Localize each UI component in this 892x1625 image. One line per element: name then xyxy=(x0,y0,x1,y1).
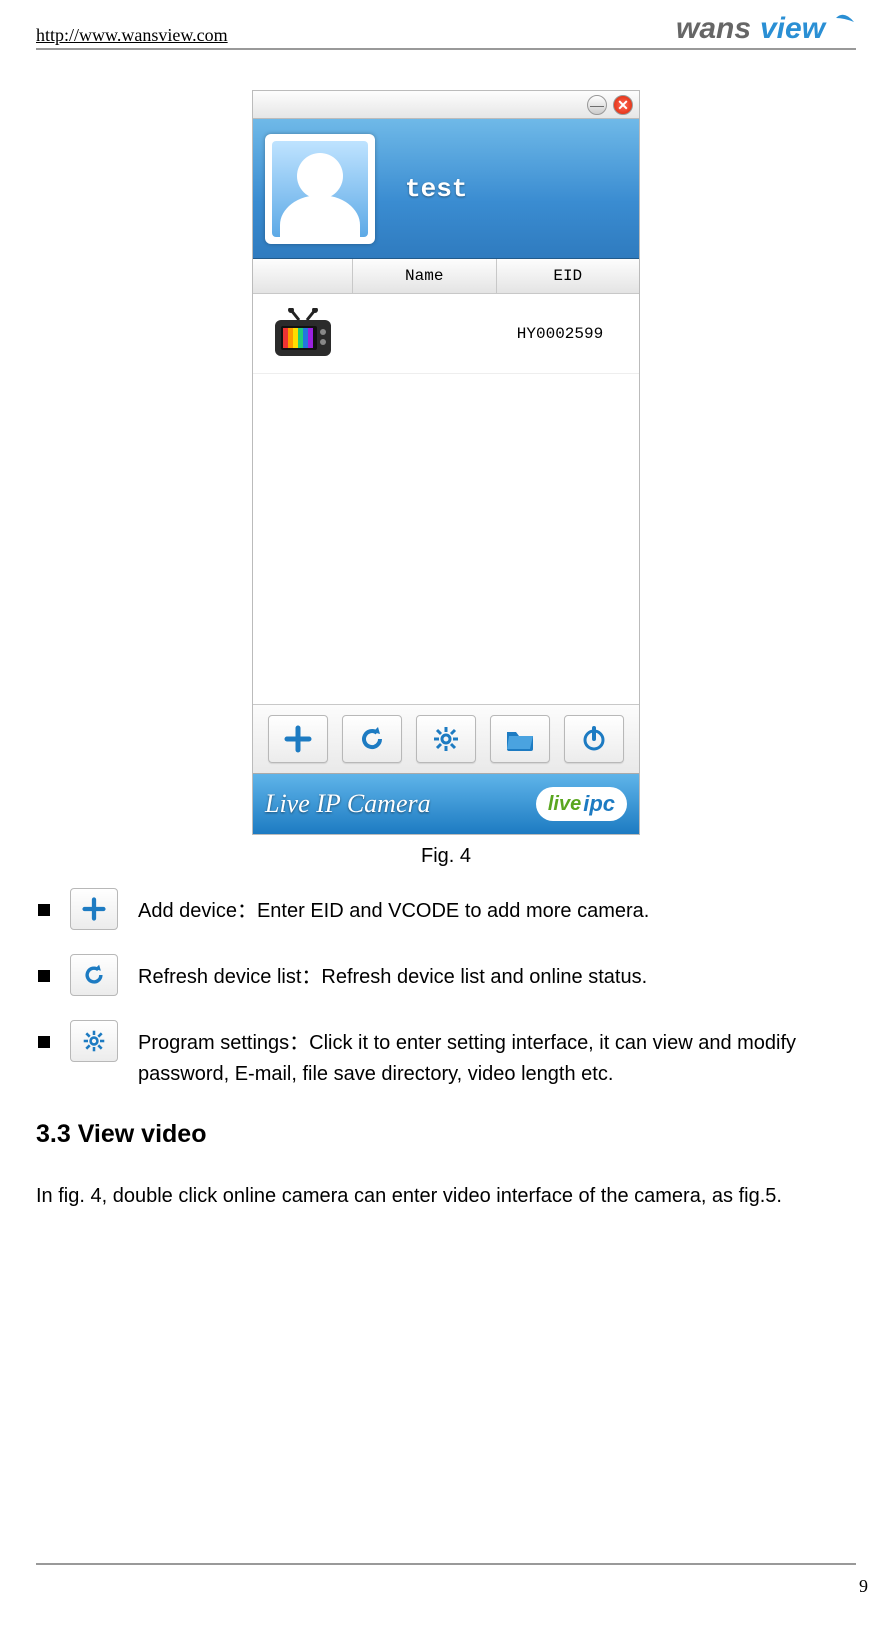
username-label: test xyxy=(405,174,467,204)
header-url-link[interactable]: http://www.wansview.com xyxy=(36,25,228,46)
plus-icon xyxy=(82,897,106,921)
brand-logo: wans view xyxy=(676,12,856,46)
svg-text:wans: wans xyxy=(676,12,751,45)
refresh-icon-button xyxy=(70,954,118,996)
power-button[interactable] xyxy=(564,715,624,763)
device-eid: HY0002599 xyxy=(491,325,639,343)
badge-live: live xyxy=(548,793,581,816)
settings-button[interactable] xyxy=(416,715,476,763)
open-folder-button[interactable] xyxy=(490,715,550,763)
badge-ipc: ipc xyxy=(583,791,615,817)
figure-caption: Fig. 4 xyxy=(36,845,856,868)
device-list-empty xyxy=(253,374,639,704)
minimize-button[interactable]: — xyxy=(587,95,607,115)
banner-text: Live IP Camera xyxy=(265,789,524,819)
bullet-text: Refresh device list：Refresh device list … xyxy=(138,952,854,993)
power-icon xyxy=(581,726,607,752)
page-number: 9 xyxy=(859,1576,868,1597)
avatar xyxy=(265,134,375,244)
profile-bar: test xyxy=(253,119,639,259)
bullet-marker xyxy=(38,1036,50,1048)
plus-icon xyxy=(284,725,312,753)
footer-rule xyxy=(36,1563,856,1565)
close-button[interactable]: ✕ xyxy=(613,95,633,115)
bullet-text: Program settings：Click it to enter setti… xyxy=(138,1018,854,1090)
bullet-marker xyxy=(38,970,50,982)
refresh-icon xyxy=(82,963,106,987)
device-icon-cell xyxy=(253,308,353,360)
bullet-marker xyxy=(38,904,50,916)
add-device-button[interactable] xyxy=(268,715,328,763)
page-header: http://www.wansview.com wans view xyxy=(36,12,856,50)
section-paragraph: In fig. 4, double click online camera ca… xyxy=(36,1179,856,1213)
app-window: — ✕ test Name EID xyxy=(252,90,640,835)
app-toolbar xyxy=(253,704,639,774)
column-name[interactable]: Name xyxy=(353,259,497,293)
column-handle xyxy=(253,259,353,293)
folder-icon xyxy=(505,726,535,752)
gear-icon xyxy=(82,1029,106,1053)
tv-icon xyxy=(271,308,335,360)
section-heading: 3.3 View video xyxy=(36,1120,856,1149)
svg-text:view: view xyxy=(760,12,827,45)
list-item: Add device：Enter EID and VCODE to add mo… xyxy=(38,886,854,930)
refresh-button[interactable] xyxy=(342,715,402,763)
list-item: Program settings：Click it to enter setti… xyxy=(38,1018,854,1090)
add-device-icon-button xyxy=(70,888,118,930)
bullet-list: Add device：Enter EID and VCODE to add mo… xyxy=(36,886,856,1090)
refresh-icon xyxy=(358,725,386,753)
table-row[interactable]: HY0002599 xyxy=(253,294,639,374)
list-item: Refresh device list：Refresh device list … xyxy=(38,952,854,996)
bullet-text: Add device：Enter EID and VCODE to add mo… xyxy=(138,886,854,927)
app-banner: Live IP Camera liveipc xyxy=(253,774,639,834)
settings-icon-button xyxy=(70,1020,118,1062)
column-eid[interactable]: EID xyxy=(497,259,640,293)
gear-icon xyxy=(432,725,460,753)
device-table-header: Name EID xyxy=(253,259,639,294)
liveipc-badge: liveipc xyxy=(536,787,627,821)
window-titlebar: — ✕ xyxy=(253,91,639,119)
